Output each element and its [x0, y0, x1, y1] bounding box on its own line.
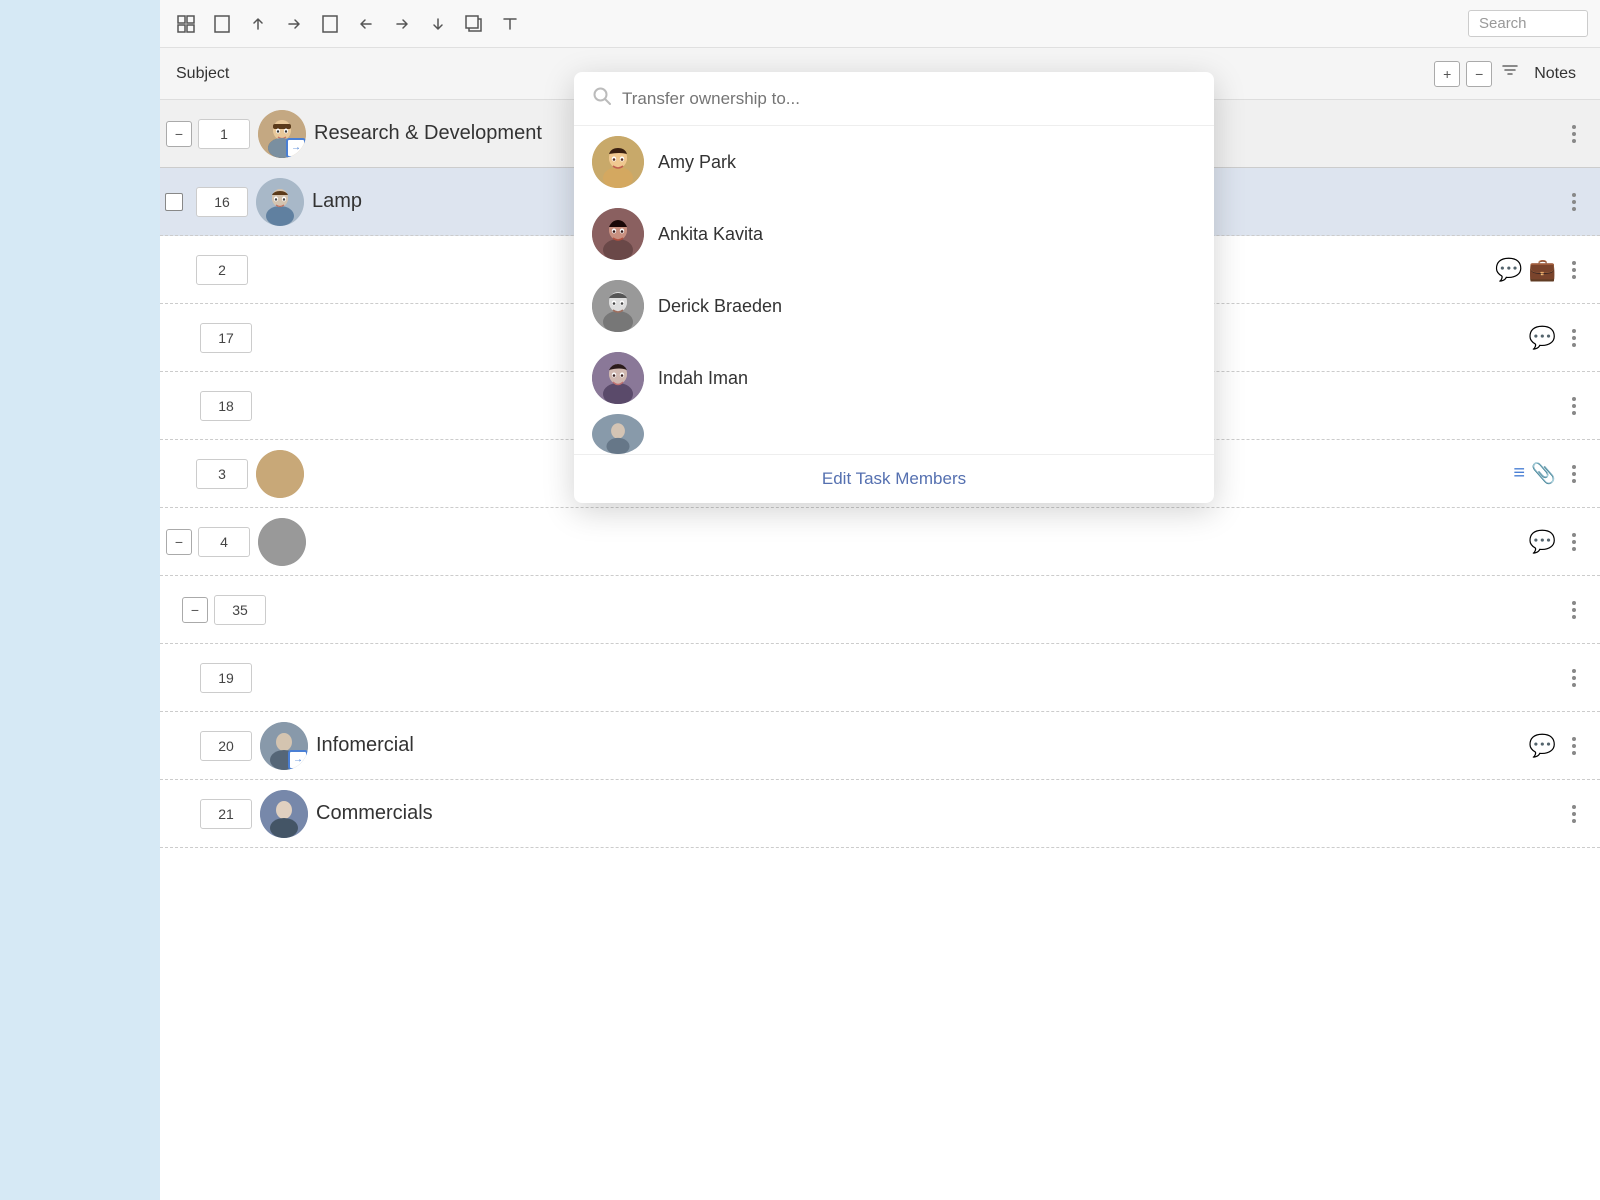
table-row: 20 → Infomercial 💬	[160, 712, 1600, 780]
collapse-button[interactable]: −	[166, 529, 192, 555]
avatar	[260, 790, 308, 838]
row-more-button[interactable]	[1564, 261, 1584, 279]
row-more-button[interactable]	[1564, 329, 1584, 347]
row-number: 18	[200, 391, 252, 421]
avatar	[258, 518, 306, 566]
avatar	[256, 450, 304, 498]
row-number: 35	[214, 595, 266, 625]
user-name: Ankita Kavita	[658, 224, 763, 245]
avatar	[256, 178, 304, 226]
avatar: →	[260, 722, 308, 770]
avatar	[592, 136, 644, 188]
user-option-amy[interactable]: Amy Park	[574, 126, 1214, 198]
search-box: Search	[1468, 10, 1588, 37]
nav-arrow-icon[interactable]: →	[288, 750, 308, 770]
avatar	[592, 414, 644, 454]
row-icons: 💬	[1529, 733, 1556, 759]
row-number: 21	[200, 799, 252, 829]
row-title: Commercials	[316, 802, 940, 825]
row-more-button[interactable]	[1564, 125, 1584, 143]
row-number: 1	[198, 119, 250, 149]
copy-icon[interactable]	[460, 10, 488, 38]
row-more-button[interactable]	[1564, 465, 1584, 483]
row-icons: 💬	[1529, 325, 1556, 351]
user-name: Amy Park	[658, 152, 736, 173]
table-row: 19	[160, 644, 1600, 712]
user-option-ankita[interactable]: Ankita Kavita	[574, 198, 1214, 270]
row-number: 2	[196, 255, 248, 285]
table-row: − 4 💬	[160, 508, 1600, 576]
row-more-button[interactable]	[1564, 601, 1584, 619]
chat-icon: 💬	[1495, 257, 1522, 283]
nav-arrow-icon[interactable]: →	[286, 138, 306, 158]
avatar	[592, 352, 644, 404]
notes-column-header: Notes	[1534, 65, 1584, 83]
up-arrow-icon[interactable]	[244, 10, 272, 38]
add-row-button[interactable]: +	[1434, 61, 1460, 87]
row-number: 3	[196, 459, 248, 489]
row-more-button[interactable]	[1564, 669, 1584, 687]
table-row: 21 Commercials	[160, 780, 1600, 848]
square2-icon[interactable]	[316, 10, 344, 38]
search-icon	[592, 86, 612, 111]
briefcase-icon: 💼	[1529, 257, 1556, 283]
left-panel	[0, 0, 160, 1200]
user-name: Indah Iman	[658, 368, 748, 389]
edit-task-members-button[interactable]: Edit Task Members	[574, 454, 1214, 503]
avatar	[592, 280, 644, 332]
remove-row-button[interactable]: −	[1466, 61, 1492, 87]
row-icons: ≡ 📎	[1513, 461, 1556, 486]
chat-icon: 💬	[1529, 529, 1556, 555]
avatar	[592, 208, 644, 260]
collapse-button[interactable]: −	[166, 121, 192, 147]
left-arrow-icon[interactable]	[352, 10, 380, 38]
row-more-button[interactable]	[1564, 397, 1584, 415]
row-number: 17	[200, 323, 252, 353]
collapse-button[interactable]: −	[182, 597, 208, 623]
chat-icon: 💬	[1529, 733, 1556, 759]
user-option-derick[interactable]: Derick Braeden	[574, 270, 1214, 342]
transfer-ownership-dropdown: Amy Park	[574, 72, 1214, 503]
filter-icon[interactable]	[1502, 63, 1518, 84]
right-arrow-icon[interactable]	[280, 10, 308, 38]
right-arrow2-icon[interactable]	[388, 10, 416, 38]
user-option-indah[interactable]: Indah Iman	[574, 342, 1214, 414]
row-more-button[interactable]	[1564, 805, 1584, 823]
grid-icon[interactable]	[172, 10, 200, 38]
row-icons: 💬 💼	[1495, 257, 1556, 283]
row-more-button[interactable]	[1564, 193, 1584, 211]
user-name: Derick Braeden	[658, 296, 782, 317]
paperclip-icon: 📎	[1531, 461, 1556, 486]
row-checkbox	[164, 187, 184, 217]
row-more-button[interactable]	[1564, 737, 1584, 755]
down-arrow-icon[interactable]	[424, 10, 452, 38]
row-number: 19	[200, 663, 252, 693]
list-icon: ≡	[1513, 462, 1525, 485]
content-area: Search Subject + − Notes − 1	[160, 0, 1600, 1200]
row-title: Infomercial	[316, 734, 1529, 757]
toolbar: Search	[160, 0, 1600, 48]
transfer-ownership-input[interactable]	[622, 89, 1196, 109]
row-number: 20	[200, 731, 252, 761]
row-more-button[interactable]	[1564, 533, 1584, 551]
header-icons: + −	[1434, 61, 1518, 87]
dropdown-search-area	[574, 72, 1214, 126]
main-container: Search Subject + − Notes − 1	[0, 0, 1600, 1200]
row-icons: 💬	[1529, 529, 1556, 555]
chat-icon: 💬	[1529, 325, 1556, 351]
row-number: 16	[196, 187, 248, 217]
text-icon[interactable]	[496, 10, 524, 38]
square-icon[interactable]	[208, 10, 236, 38]
avatar: →	[258, 110, 306, 158]
row-number: 4	[198, 527, 250, 557]
user-option-partial[interactable]	[574, 414, 1214, 454]
table-row: − 35	[160, 576, 1600, 644]
